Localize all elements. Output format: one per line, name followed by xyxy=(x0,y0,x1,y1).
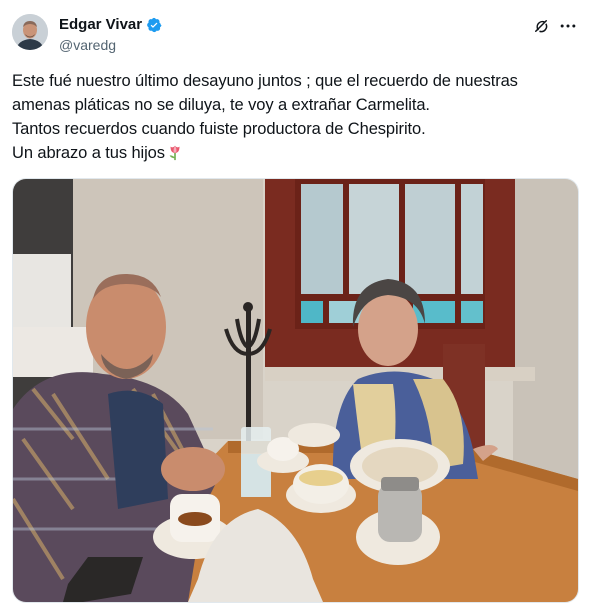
tweet-text-line: Un abrazo a tus hijos xyxy=(12,144,165,162)
tweet-text-line: Tantos recuerdos cuando fuiste productor… xyxy=(12,120,426,138)
tweet-card: Edgar Vivar @varedg Este fué nuestro últ… xyxy=(0,0,592,608)
author-handle[interactable]: @varedg xyxy=(59,37,116,54)
tweet-text-line: Este fué nuestro último desayuno juntos … xyxy=(12,72,518,90)
tulip-icon xyxy=(169,145,180,161)
tweet-photo[interactable] xyxy=(12,178,579,603)
author-name-row: Edgar Vivar xyxy=(59,16,162,34)
grok-icon[interactable] xyxy=(532,17,550,35)
tweet-text-line: amenas pláticas no se diluya, te voy a e… xyxy=(12,96,430,114)
tweet-text: Este fué nuestro último desayuno juntos … xyxy=(12,69,582,165)
author-display-name[interactable]: Edgar Vivar xyxy=(59,16,142,34)
more-options-icon[interactable] xyxy=(558,16,578,36)
author-avatar[interactable] xyxy=(12,14,48,50)
tweet-text-last-line: Un abrazo a tus hijos xyxy=(12,141,582,165)
verified-badge-icon xyxy=(147,17,162,33)
